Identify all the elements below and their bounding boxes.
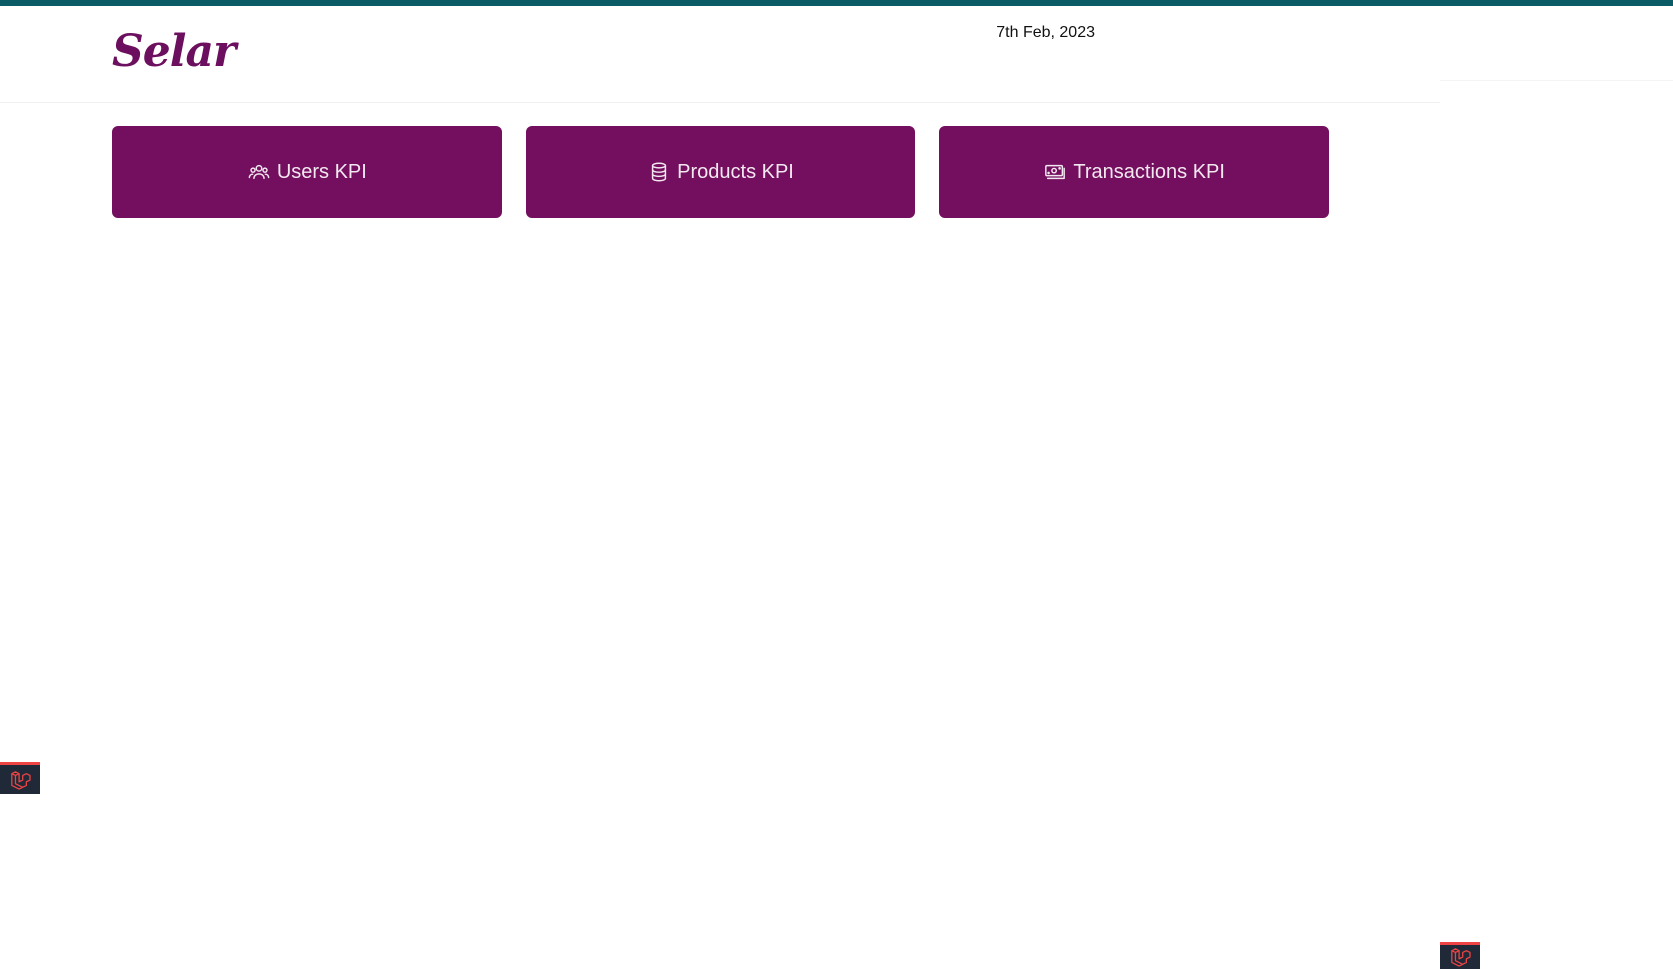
header: Selar 7th Feb, 2023	[0, 6, 1440, 103]
kpi-button-row: Users KPI Products KPI Transactions KPI	[112, 126, 1330, 218]
transactions-kpi-label: Transactions KPI	[1073, 160, 1225, 183]
products-kpi-label: Products KPI	[677, 160, 794, 183]
debugbar-toggle-button[interactable]	[0, 762, 40, 794]
brand-logo[interactable]: Selar	[112, 30, 236, 74]
database-icon	[647, 160, 671, 184]
users-icon	[247, 160, 271, 184]
divider	[1440, 80, 1673, 81]
transactions-kpi-button[interactable]: Transactions KPI	[939, 126, 1330, 218]
users-kpi-label: Users KPI	[276, 160, 367, 183]
laravel-icon	[11, 770, 31, 790]
laravel-icon	[1451, 948, 1471, 967]
products-kpi-button[interactable]: Products KPI	[525, 126, 916, 218]
debugbar-toggle-button-secondary[interactable]	[1440, 942, 1480, 969]
header-date: 7th Feb, 2023	[996, 24, 1095, 41]
users-kpi-button[interactable]: Users KPI	[112, 126, 502, 218]
cash-icon	[1043, 160, 1067, 184]
